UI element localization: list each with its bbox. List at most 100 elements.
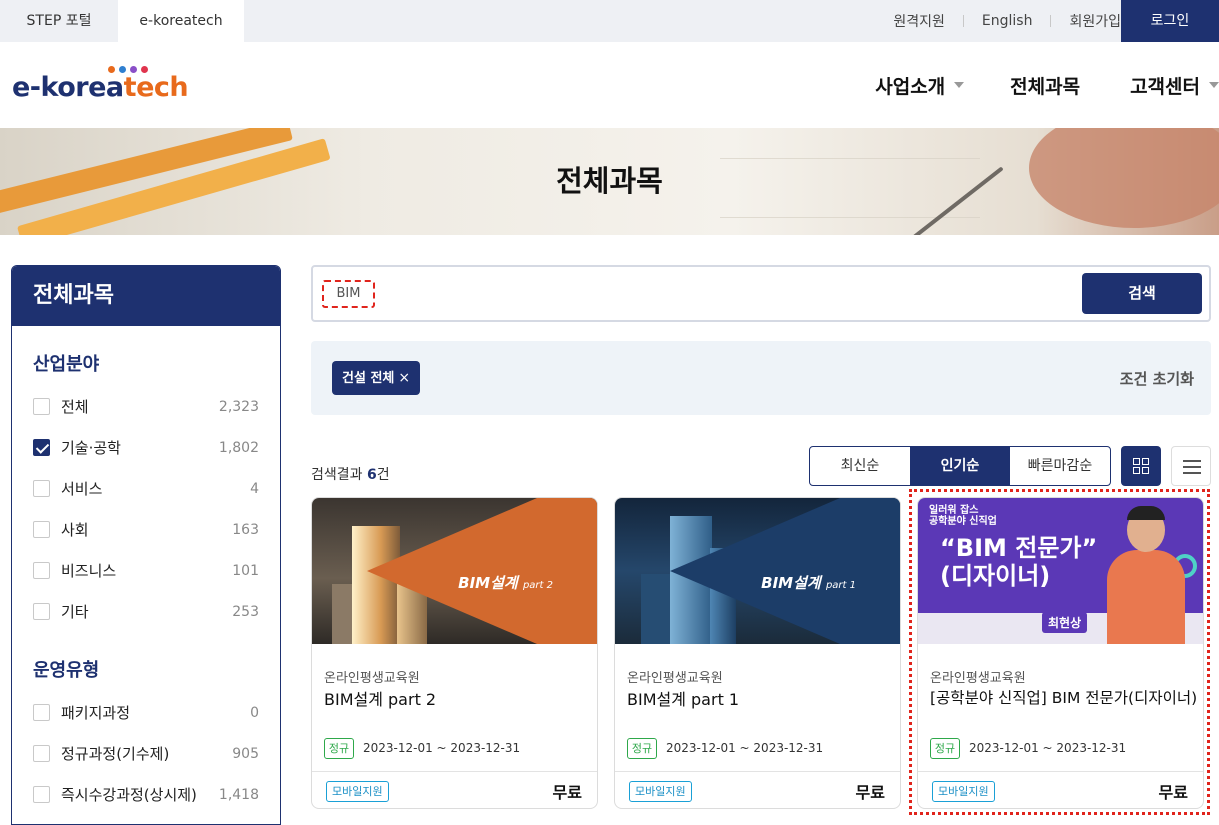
result-prefix: 검색결과: [311, 467, 367, 483]
nav-business-intro[interactable]: 사업소개: [875, 72, 965, 99]
filter-label: 패키지과정: [61, 704, 131, 722]
mobile-support-badge: 모바일지원: [326, 781, 389, 802]
course-org: 온라인평생교육원: [324, 671, 420, 686]
course-card[interactable]: 일러워 잡스 공학분야 신직업 “BIM 전문가” (디자이너) 최현상 온라인…: [917, 497, 1204, 809]
filter-label: 전체: [61, 398, 89, 416]
filter-option-instant[interactable]: 즉시수강과정(상시제) 1,418: [12, 774, 280, 815]
remote-support-link[interactable]: 원격지원: [893, 11, 945, 31]
filter-option-service[interactable]: 서비스 4: [12, 468, 280, 509]
checkbox[interactable]: [33, 704, 50, 721]
filter-count: 253: [232, 603, 259, 620]
checkbox[interactable]: [33, 398, 50, 415]
chevron-down-icon: [1209, 82, 1219, 88]
course-thumbnail: BIM설계 part 2: [312, 498, 597, 644]
checkbox[interactable]: [33, 562, 50, 579]
nav-customer-center[interactable]: 고객센터: [1130, 72, 1219, 99]
sort-popular[interactable]: 인기순: [910, 447, 1010, 485]
list-icon: [1183, 460, 1201, 474]
filter-option-all[interactable]: 전체 2,323: [12, 386, 280, 427]
utility-links: 원격지원 English 회원가입: [893, 0, 1121, 42]
filter-count: 4: [250, 480, 259, 497]
course-price: 무료: [855, 783, 885, 802]
filter-option-package[interactable]: 패키지과정 0: [12, 692, 280, 733]
list-view-button[interactable]: [1171, 446, 1211, 486]
grid-view-button[interactable]: [1121, 446, 1161, 486]
search-bar: BIM 검색: [311, 265, 1211, 322]
course-period: 2023-12-01 ~ 2023-12-31: [666, 741, 824, 755]
course-card[interactable]: BIM설계 part 2 온라인평생교육원 BIM설계 part 2 정규 20…: [311, 497, 598, 809]
filter-label: 서비스: [61, 480, 103, 498]
sort-latest[interactable]: 최신순: [810, 447, 910, 485]
checkbox[interactable]: [33, 480, 50, 497]
filter-option-regular[interactable]: 정규과정(기수제) 905: [12, 733, 280, 774]
thumbnail-brand: 일러워 잡스 공학분야 신직업: [929, 505, 997, 527]
course-title[interactable]: [공학분야 신직업] BIM 전문가(디자이너): [930, 686, 1197, 708]
main-nav: 사업소개 전체과목 고객센터: [875, 42, 1219, 128]
filter-option-tech-engineering[interactable]: 기술·공학 1,802: [12, 427, 280, 468]
course-title[interactable]: BIM설계 part 1: [627, 686, 739, 710]
nav-all-courses[interactable]: 전체과목: [1010, 72, 1080, 99]
site-logo[interactable]: e-koreatech: [12, 72, 189, 103]
course-title[interactable]: BIM설계 part 2: [324, 686, 436, 710]
industry-group-title: 산업분야: [33, 354, 100, 375]
thumbnail-label: BIM설계 part 1: [761, 574, 856, 592]
filter-label: 기술·공학: [61, 439, 121, 457]
filter-label: 즉시수강과정(상시제): [61, 786, 197, 804]
checkbox[interactable]: [33, 745, 50, 762]
filter-count: 905: [232, 745, 259, 762]
operation-type-group-title: 운영유형: [33, 660, 100, 681]
course-org: 온라인평생교육원: [627, 671, 723, 686]
result-suffix: 건: [376, 467, 390, 483]
filter-count: 163: [232, 521, 259, 538]
close-icon[interactable]: ×: [398, 370, 410, 386]
checkbox[interactable]: [33, 521, 50, 538]
instructor-name: 최현상: [1042, 612, 1088, 633]
regular-badge: 정규: [930, 738, 960, 759]
filter-option-society[interactable]: 사회 163: [12, 509, 280, 550]
nav-label: 전체과목: [1010, 75, 1081, 98]
course-thumbnail: 일러워 잡스 공학분야 신직업 “BIM 전문가” (디자이너) 최현상: [918, 498, 1203, 644]
signup-link[interactable]: 회원가입: [1069, 11, 1121, 31]
filter-count: 2,323: [218, 398, 259, 415]
divider: [615, 771, 900, 772]
filter-chip-construction[interactable]: 건설 전체 ×: [332, 361, 421, 395]
thumbnail-label: BIM설계 part 2: [458, 574, 553, 592]
result-number: 6: [366, 467, 377, 483]
logo-text-part2: tech: [123, 72, 189, 103]
filter-option-business[interactable]: 비즈니스 101: [12, 550, 280, 591]
top-utility-bar: STEP 포털 e-koreatech 원격지원 English 회원가입 로그…: [0, 0, 1219, 42]
mobile-support-badge: 모바일지원: [932, 781, 995, 802]
divider: [1050, 15, 1052, 27]
thumbnail-headline: “BIM 전문가” (디자이너): [940, 534, 1098, 590]
search-input[interactable]: BIM: [322, 280, 375, 308]
nav-label: 사업소개: [875, 75, 946, 98]
course-thumbnail: BIM설계 part 1: [615, 498, 900, 644]
checkbox[interactable]: [33, 603, 50, 620]
checkbox-checked[interactable]: [33, 439, 50, 456]
filter-option-etc[interactable]: 기타 253: [12, 591, 280, 632]
course-price: 무료: [1158, 783, 1188, 802]
checkbox[interactable]: [33, 786, 50, 803]
logo-dots-icon: [108, 66, 148, 73]
tab-e-koreatech[interactable]: e-koreatech: [118, 0, 244, 42]
result-count: 검색결과 6건: [311, 464, 390, 484]
reset-filters-button[interactable]: 조건 초기화: [1120, 368, 1194, 389]
logo-text-part1: e-korea: [12, 72, 124, 103]
sort-deadline[interactable]: 빠른마감순: [1010, 447, 1110, 485]
course-card[interactable]: BIM설계 part 1 온라인평생교육원 BIM설계 part 1 정규 20…: [614, 497, 901, 809]
sort-toggle: 최신순 인기순 빠른마감순: [809, 446, 1111, 486]
course-org: 온라인평생교육원: [930, 671, 1026, 686]
filter-label: 기타: [61, 603, 89, 621]
tab-step-portal[interactable]: STEP 포털: [0, 0, 118, 42]
regular-badge: 정규: [324, 738, 354, 759]
filter-label: 사회: [61, 521, 89, 539]
chevron-down-icon: [954, 82, 965, 88]
divider: [962, 15, 964, 27]
course-period: 2023-12-01 ~ 2023-12-31: [363, 741, 521, 755]
search-button[interactable]: 검색: [1082, 273, 1202, 314]
login-button[interactable]: 로그인: [1121, 0, 1219, 42]
divider: [312, 771, 597, 772]
page-banner: 전체과목: [0, 128, 1219, 235]
english-link[interactable]: English: [982, 13, 1033, 29]
course-period: 2023-12-01 ~ 2023-12-31: [969, 741, 1127, 755]
